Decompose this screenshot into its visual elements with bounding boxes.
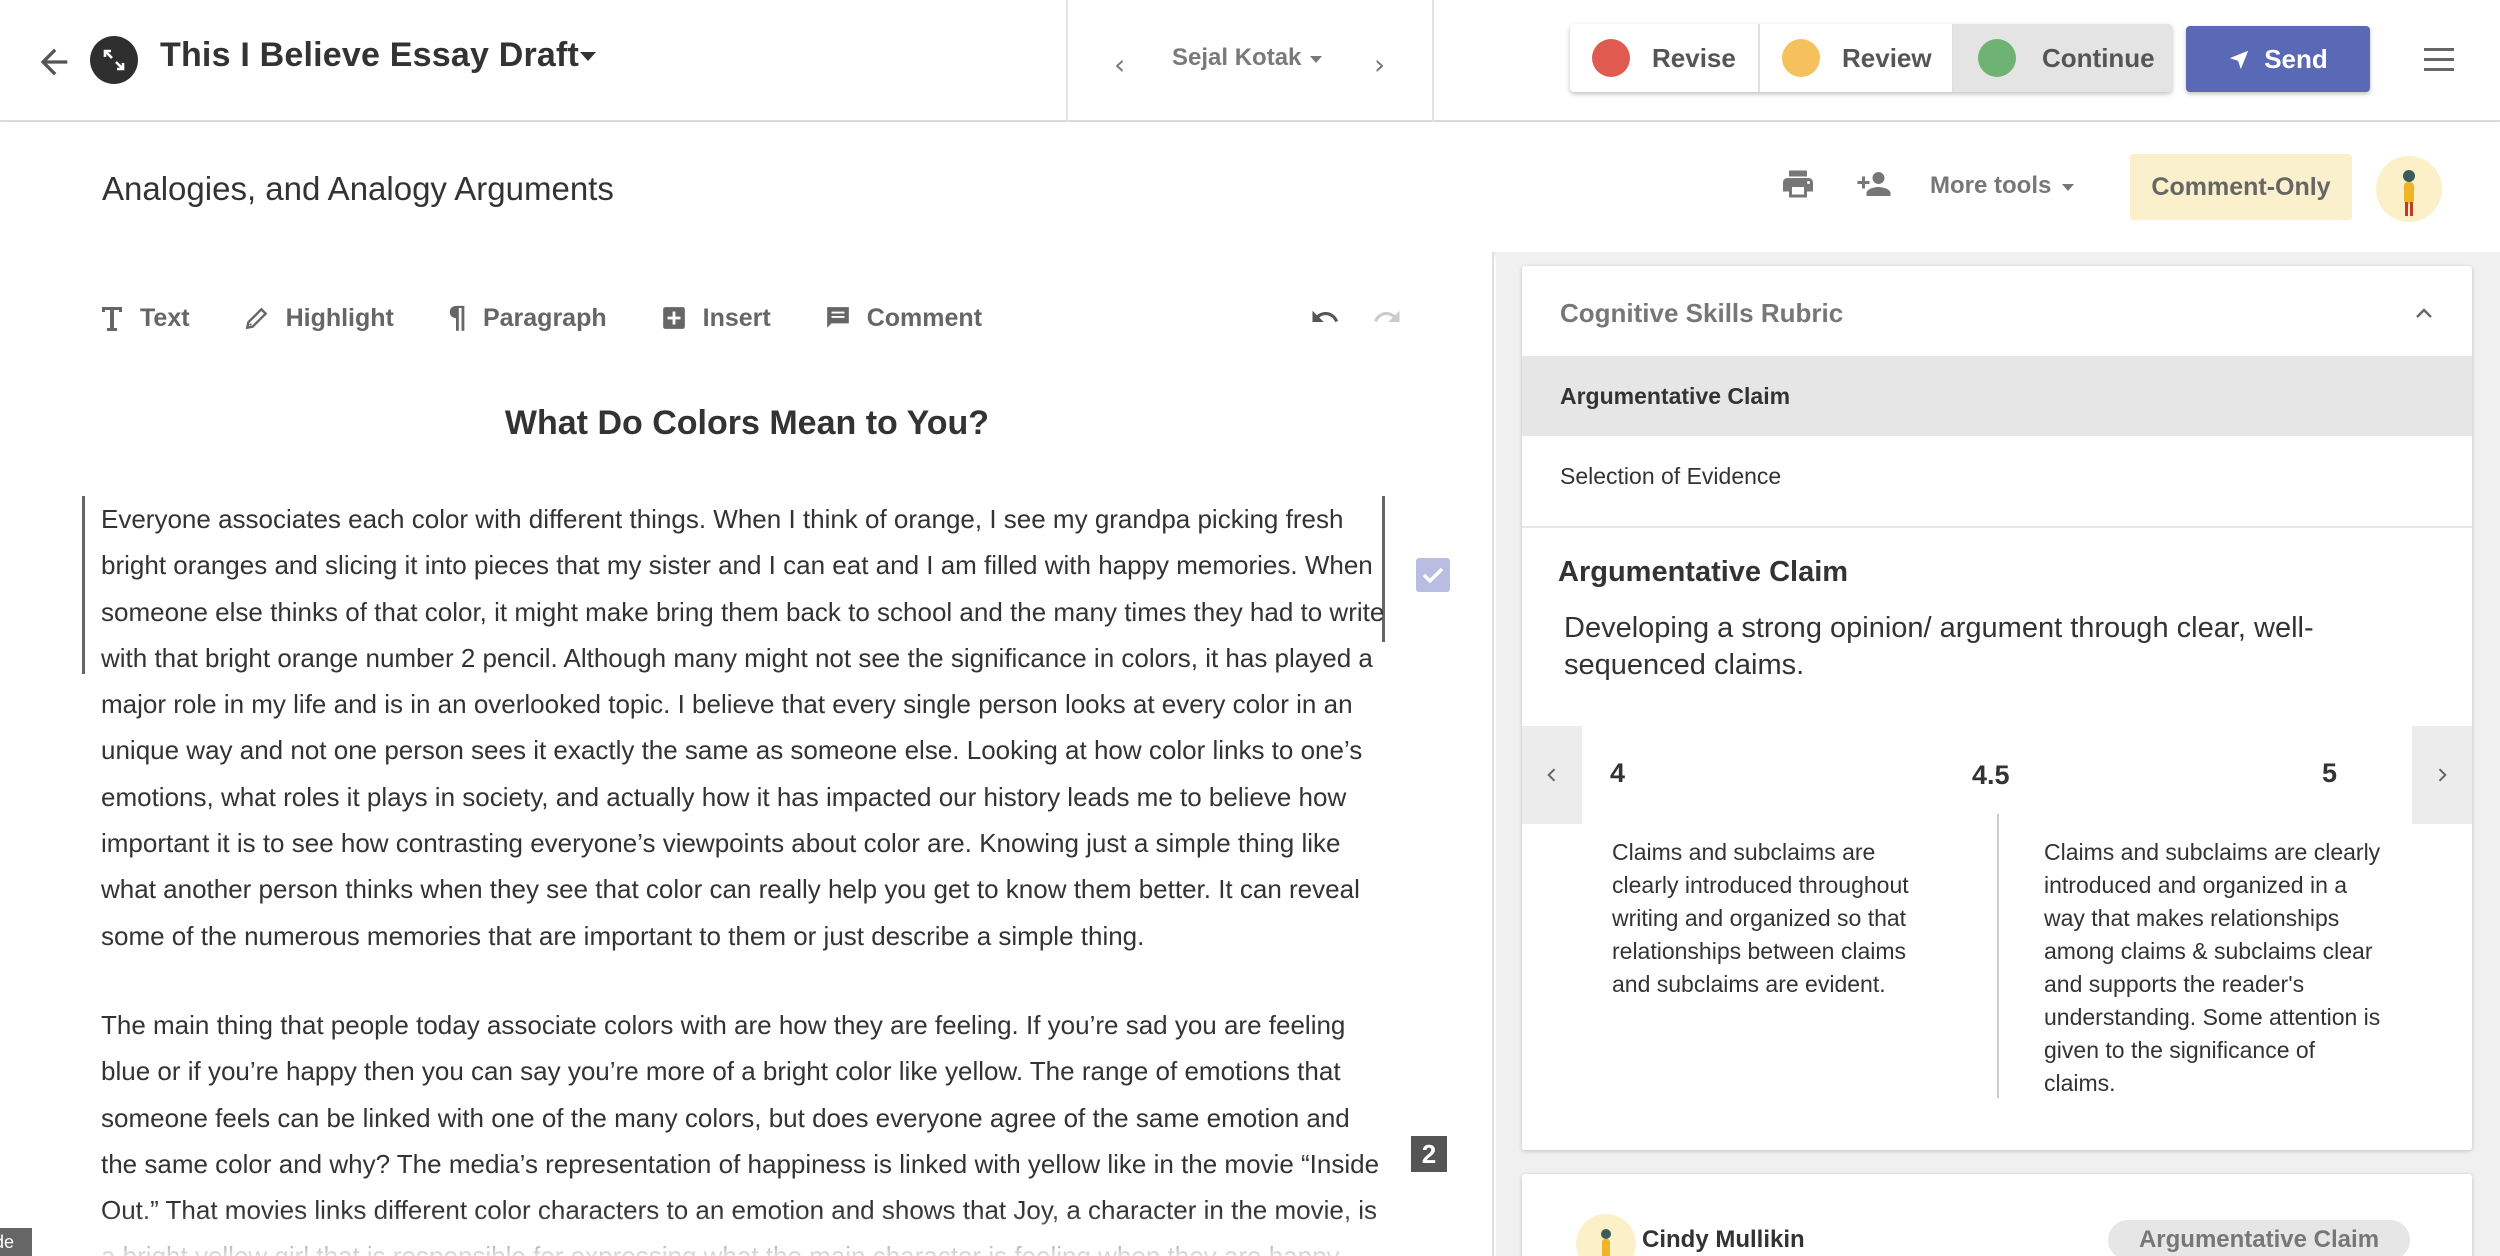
- red-dot-icon: [1592, 39, 1630, 77]
- status-button-group: Revise Review Continue: [1570, 24, 2172, 92]
- text-tool-button[interactable]: Text: [100, 298, 190, 338]
- comment-tool-button[interactable]: Comment: [825, 298, 982, 338]
- criterion-argumentative-claim[interactable]: Argumentative Claim: [1522, 356, 2472, 436]
- score-level-4-5[interactable]: 4.5: [1972, 760, 2010, 791]
- pen-icon: [245, 307, 267, 330]
- scroll-fade: [0, 1212, 1492, 1256]
- criterion-title: Argumentative Claim: [1558, 556, 1849, 588]
- assignment-title: Analogies, and Analogy Arguments: [102, 170, 614, 207]
- revise-label: Revise: [1652, 42, 1736, 73]
- chevron-left-icon[interactable]: ‹: [1114, 48, 1125, 81]
- review-label: Review: [1842, 42, 1932, 73]
- back-arrow-icon[interactable]: [34, 42, 74, 82]
- side-tab[interactable]: de: [0, 1228, 32, 1256]
- rubric-panel: Cognitive Skills Rubric Argumentative Cl…: [1496, 252, 2500, 1256]
- send-arrow-icon: [2230, 50, 2249, 70]
- student-name[interactable]: Sejal Kotak: [1172, 44, 1301, 72]
- paragraph-selection-bar: [82, 496, 85, 674]
- top-bar: This I Believe Essay Draft ‹ Sejal Kotak…: [0, 0, 2500, 122]
- assignment-bar: Analogies, and Analogy Arguments More to…: [0, 122, 2500, 252]
- student-switcher: ‹ Sejal Kotak ›: [1066, 0, 1434, 122]
- revise-button[interactable]: Revise: [1570, 24, 1760, 92]
- checkbox-icon[interactable]: [1416, 558, 1450, 592]
- paragraph-tool-label: Paragraph: [482, 303, 607, 332]
- hamburger-menu-icon[interactable]: [2424, 48, 2454, 72]
- insert-tool-button[interactable]: Insert: [661, 298, 771, 338]
- more-tools-menu[interactable]: More tools: [1930, 172, 2051, 200]
- send-button[interactable]: Send: [2186, 26, 2370, 92]
- insert-tool-label: Insert: [702, 303, 771, 332]
- comment-icon: [826, 307, 849, 328]
- caret-down-icon[interactable]: [580, 52, 596, 61]
- highlight-tool-button[interactable]: Highlight: [244, 298, 394, 338]
- highlight-tool-label: Highlight: [285, 303, 394, 332]
- side-tab-label: de: [0, 1232, 15, 1252]
- document-title[interactable]: This I Believe Essay Draft: [160, 36, 579, 75]
- chevron-up-icon[interactable]: [2412, 302, 2436, 326]
- score-description: Claims and subclaims are clearly introdu…: [2044, 839, 2381, 1096]
- caret-down-icon[interactable]: [1310, 56, 1322, 63]
- rubric-title: Cognitive Skills Rubric: [1560, 298, 1844, 328]
- green-dot-icon: [1978, 39, 2016, 77]
- redo-icon[interactable]: [1372, 302, 1402, 332]
- rubric-header[interactable]: Cognitive Skills Rubric: [1522, 266, 2472, 356]
- commenter-avatar: [1576, 1214, 1636, 1256]
- criterion-selection-of-evidence[interactable]: Selection of Evidence: [1522, 436, 2472, 516]
- expand-icon[interactable]: [90, 36, 138, 84]
- divider: [1522, 526, 2472, 528]
- continue-label: Continue: [2042, 42, 2155, 73]
- plus-box-icon: [662, 307, 685, 329]
- editor-toolbar: Text Highlight ¶ Paragraph Insert Commen…: [100, 298, 1036, 338]
- text-tool-label: Text: [140, 303, 190, 332]
- comment-tool-label: Comment: [866, 303, 983, 332]
- commenter-name: Cindy Mullikin: [1642, 1226, 1805, 1253]
- essay-editor: Text Highlight ¶ Paragraph Insert Commen…: [0, 252, 1494, 1256]
- yellow-dot-icon: [1782, 39, 1820, 77]
- text-icon: [102, 307, 122, 331]
- print-icon[interactable]: [1780, 166, 1816, 202]
- chevron-right-icon[interactable]: ›: [1374, 48, 1385, 81]
- undo-icon[interactable]: [1310, 302, 1340, 332]
- continue-button[interactable]: Continue: [1954, 24, 2172, 92]
- score-level-4[interactable]: 4: [1610, 758, 1625, 789]
- divider: [1997, 814, 1999, 1098]
- send-label: Send: [2264, 43, 2328, 74]
- pilcrow-icon: ¶: [447, 300, 467, 336]
- paragraph-number-badge[interactable]: 2: [1411, 1136, 1447, 1172]
- essay-title: What Do Colors Mean to You?: [504, 404, 990, 442]
- paragraph-tool-button[interactable]: ¶ Paragraph: [448, 298, 607, 338]
- review-button[interactable]: Review: [1760, 24, 1954, 92]
- essay-paragraph[interactable]: Everyone associates each color with diff…: [101, 496, 1391, 959]
- comment-criterion-tag[interactable]: Argumentative Claim: [2108, 1220, 2410, 1256]
- caret-down-icon[interactable]: [2062, 184, 2074, 191]
- comment-card: Cindy Mullikin Argumentative Claim: [1522, 1174, 2472, 1256]
- score-description: Claims and subclaims are clearly introdu…: [1612, 839, 1909, 997]
- score-level-5[interactable]: 5: [2322, 758, 2337, 789]
- rubric-card: Cognitive Skills Rubric Argumentative Cl…: [1522, 266, 2472, 1150]
- comment-only-badge[interactable]: Comment-Only: [2130, 154, 2352, 220]
- chevron-left-icon[interactable]: [1522, 726, 1582, 824]
- user-avatar[interactable]: [2376, 156, 2442, 222]
- criterion-description: Developing a strong opinion/ argument th…: [1564, 612, 2314, 681]
- add-person-icon[interactable]: [1854, 166, 1894, 202]
- chevron-right-icon[interactable]: [2412, 726, 2472, 824]
